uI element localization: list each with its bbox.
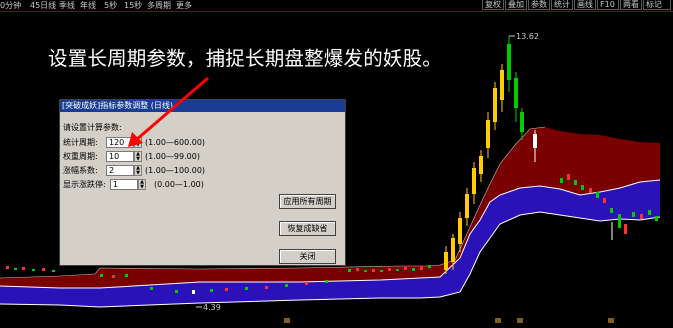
param-spinner-weight[interactable]: ▲ ▼: [134, 151, 142, 162]
high-price-label: 13.62: [516, 32, 539, 41]
tutorial-caption: 设置长周期参数，捕捉长期盘整爆发的妖股。: [48, 47, 443, 70]
param-spinner-period[interactable]: ▲ ▼: [134, 137, 142, 148]
overlay-button[interactable]: 叠加: [505, 0, 527, 10]
period-toolbar: 0分钟 45日线 季线 年线 5秒 15秒 多周期 更多 复权 叠加 参数 统计…: [0, 0, 673, 11]
param-input-limit[interactable]: 1: [110, 179, 138, 190]
stock-chart-app: 0分钟 45日线 季线 年线 5秒 15秒 多周期 更多 复权 叠加 参数 统计…: [0, 0, 673, 328]
low-price-label: 4.39: [203, 303, 221, 312]
f10-button[interactable]: F10: [597, 0, 619, 10]
param-input-weight[interactable]: 10: [106, 151, 134, 162]
tab-45day[interactable]: 45日线: [30, 0, 56, 11]
param-label-period: 统计周期:: [63, 138, 98, 147]
params-button[interactable]: 参数: [528, 0, 550, 10]
stats-button[interactable]: 统计: [551, 0, 573, 10]
param-input-period[interactable]: 120: [106, 137, 134, 148]
dialog-title: [突破成妖]指标参数调整 (日线): [60, 100, 345, 112]
dialog-prompt: 请设置计算参数:: [63, 123, 122, 132]
param-label-limit: 显示涨跌停:: [63, 180, 106, 189]
restore-default-button[interactable]: 恢复成缺省: [279, 221, 336, 236]
indicator-params-dialog: [突破成妖]指标参数调整 (日线) 请设置计算参数: 统计周期: 120 ▲ ▼ …: [59, 99, 346, 266]
tab-0min[interactable]: 0分钟: [0, 0, 21, 11]
tab-season[interactable]: 季线: [59, 0, 75, 11]
param-range-coefficient: (1.00—100.00): [145, 166, 206, 175]
restore-rights-button[interactable]: 复权: [482, 0, 504, 10]
marker-4: [608, 318, 614, 323]
param-spinner-coefficient[interactable]: ▲ ▼: [134, 165, 142, 176]
param-range-period: (1.00—600.00): [145, 138, 206, 147]
tab-year[interactable]: 年线: [80, 0, 96, 11]
tab-more[interactable]: 更多: [176, 0, 192, 11]
param-range-limit: (0.00—1.00): [154, 180, 204, 189]
param-range-weight: (1.00—99.00): [145, 152, 200, 161]
marker-3: [517, 318, 523, 323]
dual-view-button[interactable]: 两看: [620, 0, 642, 10]
marker-1: [284, 318, 290, 323]
apply-all-periods-button[interactable]: 应用所有周期: [279, 194, 336, 209]
tab-multi-period[interactable]: 多周期: [147, 0, 171, 11]
param-input-coefficient[interactable]: 2: [106, 165, 134, 176]
tab-5sec[interactable]: 5秒: [104, 0, 117, 11]
marker-2: [495, 318, 501, 323]
close-button[interactable]: 关闭: [279, 249, 336, 264]
tab-15sec[interactable]: 15秒: [124, 0, 142, 11]
draw-line-button[interactable]: 画线: [574, 0, 596, 10]
param-label-weight: 权重周期:: [63, 152, 98, 161]
param-label-coefficient: 涨幅系数:: [63, 166, 98, 175]
mark-button[interactable]: 标记: [643, 0, 671, 10]
param-spinner-limit[interactable]: ▲ ▼: [138, 179, 146, 190]
